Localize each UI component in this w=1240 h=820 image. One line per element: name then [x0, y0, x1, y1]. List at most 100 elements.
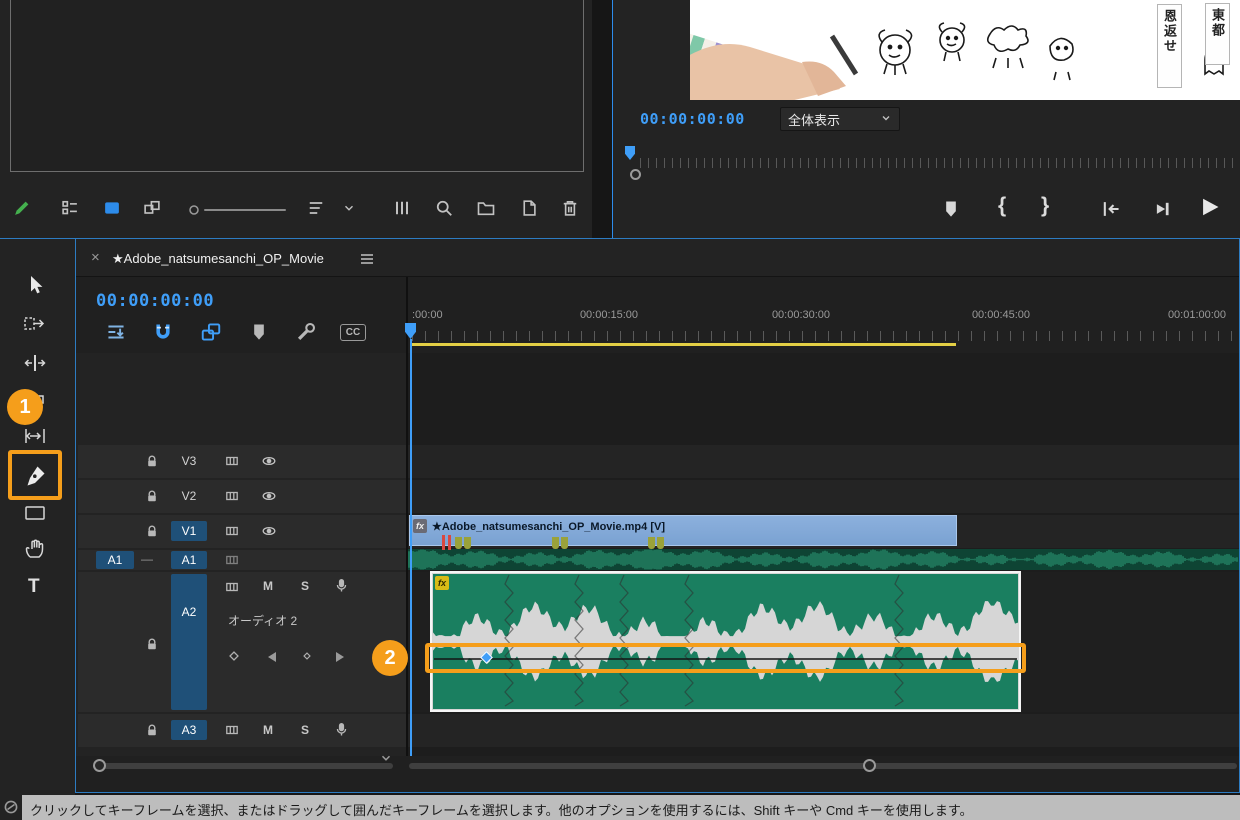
project-toolbar: [0, 182, 592, 238]
hand-tool-icon[interactable]: [22, 536, 48, 562]
olive-marker[interactable]: [464, 537, 471, 549]
sort-icon[interactable]: [306, 198, 326, 218]
snap-magnet-icon[interactable]: [152, 321, 174, 343]
freeform-view-icon[interactable]: [142, 198, 162, 218]
playhead-line[interactable]: [410, 339, 412, 756]
lock-icon[interactable]: [144, 453, 160, 469]
thumbnail-view-icon[interactable]: [102, 198, 122, 218]
sync-lock-icon[interactable]: [224, 722, 240, 738]
step-back-icon[interactable]: [1150, 198, 1172, 220]
track-label-v2[interactable]: V2: [171, 486, 207, 506]
mute-button[interactable]: M: [260, 723, 276, 737]
timeline-zoom-scrollbar[interactable]: [409, 763, 1237, 769]
zoom-level-select[interactable]: 全体表示: [780, 107, 900, 131]
red-marker[interactable]: [448, 535, 451, 550]
track-content-a3[interactable]: [408, 714, 1239, 747]
go-to-in-icon[interactable]: [1100, 198, 1122, 220]
panel-menu-icon[interactable]: [359, 252, 375, 266]
olive-marker[interactable]: [648, 537, 655, 549]
rectangle-tool-icon[interactable]: [22, 500, 48, 526]
play-icon[interactable]: [1196, 194, 1222, 220]
olive-marker[interactable]: [552, 537, 559, 549]
linked-selection-icon[interactable]: [200, 321, 222, 343]
clip-fx-badge[interactable]: fx: [413, 519, 427, 533]
type-tool-icon[interactable]: T: [28, 576, 40, 598]
mark-out-icon[interactable]: }: [1041, 194, 1049, 218]
track-label-a3[interactable]: A3: [171, 720, 207, 740]
selection-tool-icon[interactable]: [22, 273, 48, 299]
close-tab-icon[interactable]: ×: [91, 249, 100, 266]
project-bin-area[interactable]: [10, 0, 584, 172]
header-zoom-scrollbar[interactable]: [97, 763, 393, 769]
scrollbar-handle[interactable]: [863, 759, 876, 772]
search-icon[interactable]: [434, 198, 454, 218]
voiceover-mic-icon[interactable]: [333, 721, 350, 738]
sync-lock-icon[interactable]: [224, 453, 240, 469]
track-content-v3[interactable]: [408, 445, 1239, 478]
track-label-a2[interactable]: A2: [171, 574, 207, 710]
olive-marker[interactable]: [561, 537, 568, 549]
new-item-icon[interactable]: [518, 198, 538, 218]
chevron-down-icon[interactable]: [342, 201, 356, 215]
track-label-a1[interactable]: A1: [171, 551, 207, 569]
a2-audio-clip[interactable]: fx: [430, 571, 1021, 712]
scrubber-zoom-handle[interactable]: [630, 169, 641, 180]
timeline-timecode[interactable]: 00:00:00:00: [96, 291, 214, 311]
track-visibility-eye-icon[interactable]: [261, 523, 277, 539]
sync-lock-icon[interactable]: [224, 523, 240, 539]
voiceover-mic-icon[interactable]: [333, 577, 350, 594]
sync-lock-icon[interactable]: [224, 579, 240, 595]
program-preview[interactable]: 恩返せ 東都: [690, 0, 1240, 100]
lock-icon[interactable]: [144, 523, 160, 539]
work-area-bar[interactable]: [411, 343, 956, 346]
track-name-a2[interactable]: オーディオ 2: [228, 612, 297, 629]
track-select-forward-tool-icon[interactable]: [22, 310, 48, 336]
olive-marker[interactable]: [657, 537, 664, 549]
clip-fx-badge[interactable]: fx: [435, 576, 449, 590]
track-visibility-eye-icon[interactable]: [261, 488, 277, 504]
solo-button[interactable]: S: [297, 723, 313, 737]
ruler-tick-label: 00:00:30:00: [771, 309, 831, 321]
track-visibility-eye-icon[interactable]: [261, 453, 277, 469]
program-timecode[interactable]: 00:00:00:00: [640, 110, 745, 128]
timeline-settings-wrench-icon[interactable]: [295, 321, 317, 343]
sync-status-icon[interactable]: [3, 799, 19, 815]
solo-button[interactable]: S: [297, 579, 313, 593]
annotation-step-1: 1: [7, 389, 43, 425]
timeline-tab-title[interactable]: ★Adobe_natsumesanchi_OP_Movie: [112, 251, 324, 267]
nested-sequence-icon[interactable]: [105, 321, 127, 343]
program-playhead[interactable]: [625, 146, 635, 160]
read-write-pencil-icon[interactable]: [12, 198, 32, 218]
lock-icon[interactable]: [144, 722, 160, 738]
captions-cc-button[interactable]: CC: [340, 324, 366, 341]
track-content-v2[interactable]: [408, 480, 1239, 513]
v1-video-clip[interactable]: fx ★Adobe_natsumesanchi_OP_Movie.mp4 [V]: [409, 515, 957, 546]
delete-trash-icon[interactable]: [560, 198, 580, 218]
zoom-slider[interactable]: [204, 209, 286, 211]
sync-lock-icon[interactable]: [224, 552, 240, 568]
sync-lock-icon[interactable]: [224, 488, 240, 504]
automate-to-sequence-icon[interactable]: [392, 198, 412, 218]
track-label-v3[interactable]: V3: [171, 451, 207, 471]
source-patch-a1[interactable]: A1: [96, 551, 134, 569]
slip-tool-icon[interactable]: [22, 423, 48, 449]
new-bin-folder-icon[interactable]: [476, 198, 496, 218]
olive-marker[interactable]: [455, 537, 462, 549]
add-keyframe-icon[interactable]: [226, 648, 242, 664]
next-keyframe-icon[interactable]: [336, 652, 344, 662]
add-marker-icon[interactable]: [940, 198, 962, 220]
red-marker[interactable]: [442, 535, 445, 550]
add-marker-icon[interactable]: [248, 321, 270, 343]
ripple-edit-tool-icon[interactable]: [22, 350, 48, 376]
lock-icon[interactable]: [144, 636, 160, 652]
list-view-icon[interactable]: [60, 198, 80, 218]
lock-icon[interactable]: [144, 488, 160, 504]
scrollbar-handle[interactable]: [93, 759, 106, 772]
program-scrubber[interactable]: [640, 158, 1236, 168]
track-label-v1[interactable]: V1: [171, 521, 207, 541]
mute-button[interactable]: M: [260, 579, 276, 593]
zoom-out-handle-icon[interactable]: [188, 204, 200, 216]
previous-keyframe-icon[interactable]: [268, 652, 276, 662]
mark-in-icon[interactable]: {: [998, 194, 1006, 218]
a1-audio-clip[interactable]: [408, 549, 1239, 570]
